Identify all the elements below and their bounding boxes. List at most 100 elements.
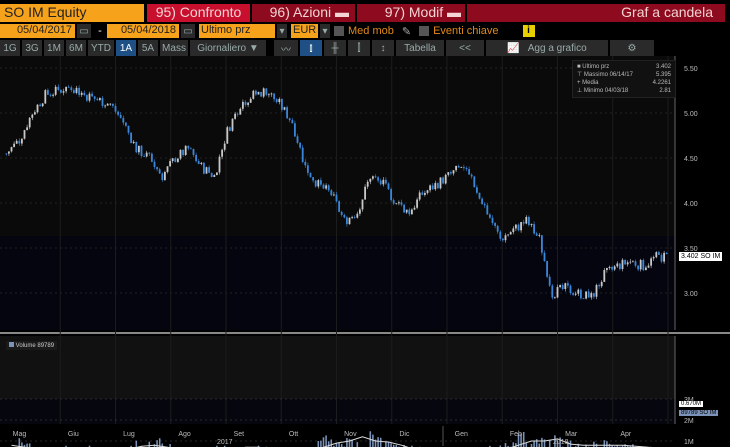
volume-bar: [522, 432, 525, 447]
ohlc-icon[interactable]: ⫿: [348, 40, 370, 56]
candle-body: [447, 172, 450, 175]
volume-bar: [148, 441, 151, 447]
candle-body: [145, 152, 148, 157]
volume-bar: [538, 443, 541, 447]
add-to-chart-button[interactable]: 📈 Agg a grafico: [486, 40, 608, 56]
candle-body: [171, 158, 174, 162]
candle-body: [551, 285, 554, 298]
confronto-button[interactable]: 95) Confronto: [147, 4, 250, 22]
volume-bar: [28, 443, 31, 447]
candle-body: [106, 103, 109, 106]
candle-body: [462, 167, 465, 169]
eventi-checkbox[interactable]: [419, 26, 430, 36]
bar-chart-icon[interactable]: ╫: [324, 40, 346, 56]
candle-body: [309, 172, 312, 178]
modif-button[interactable]: 97) Modif ▬: [357, 4, 465, 22]
gear-icon[interactable]: ⚙: [610, 40, 654, 56]
candle-body: [520, 222, 523, 231]
candle-body: [468, 169, 471, 175]
candle-body: [75, 87, 78, 93]
chevron-down-icon[interactable]: ▾: [277, 24, 287, 38]
candle-body: [275, 99, 278, 103]
candle-body: [348, 217, 351, 225]
candle-body: [234, 113, 237, 119]
period-3g[interactable]: 3G: [22, 40, 42, 56]
candle-chart-icon[interactable]: ⫾: [300, 40, 322, 56]
line-chart-icon[interactable]: 〰: [274, 40, 298, 56]
period-5a[interactable]: 5A: [138, 40, 158, 56]
field-select[interactable]: Ultimo prz: [199, 24, 275, 38]
candle-body: [148, 152, 151, 154]
pencil-icon[interactable]: ✎: [402, 25, 411, 38]
candle-body: [327, 185, 330, 191]
candle-body: [200, 162, 203, 164]
candle-body: [543, 252, 546, 262]
candle-body: [119, 114, 122, 118]
calendar-icon[interactable]: ▭: [181, 24, 195, 38]
info-icon[interactable]: i: [522, 25, 535, 37]
chevron-down-icon[interactable]: ▾: [320, 24, 330, 38]
candle-body: [312, 177, 315, 181]
candle-body: [356, 213, 359, 218]
candle-body: [267, 94, 270, 96]
legend-row: ⊤ Massimo 06/14/17 5.395: [577, 71, 671, 79]
med-mob-checkbox[interactable]: [334, 26, 344, 36]
candle-body: [195, 155, 198, 162]
candle-body: [364, 186, 367, 200]
period-1m[interactable]: 1M: [44, 40, 64, 56]
collapse-button[interactable]: <<: [446, 40, 484, 56]
candle-body: [15, 140, 18, 144]
volume-bar: [348, 439, 351, 447]
candle-body: [611, 266, 614, 270]
candle-body: [239, 108, 242, 115]
price-legend: ■ Ultimo prz 3.402 ⊤ Massimo 06/14/17 5.395…: [572, 60, 676, 98]
candle-body: [293, 123, 296, 137]
candle-body: [587, 291, 590, 298]
candle-body: [416, 199, 419, 208]
candle-body: [83, 92, 86, 96]
candle-body: [491, 217, 494, 224]
candle-body: [465, 168, 468, 170]
candle-body: [377, 177, 380, 181]
candle-body: [603, 270, 606, 282]
candle-body: [7, 151, 10, 154]
candle-body: [426, 190, 429, 193]
period-ytd[interactable]: YTD: [88, 40, 114, 56]
candle-body: [382, 179, 385, 185]
ticker-input[interactable]: SO IM Equity: [0, 4, 144, 22]
candle-body: [280, 98, 283, 110]
period-6m[interactable]: 6M: [66, 40, 86, 56]
candle-body: [44, 90, 47, 104]
candle-body: [598, 285, 601, 287]
candle-body: [504, 235, 507, 241]
calendar-icon[interactable]: ▭: [77, 24, 91, 38]
candle-body: [301, 147, 304, 162]
price-tick-label: 3.00: [684, 291, 698, 298]
candle-body: [517, 224, 520, 231]
candle-body: [265, 88, 268, 95]
candle-body: [49, 94, 52, 96]
candle-body: [390, 189, 393, 201]
period-mass[interactable]: Mass: [160, 40, 188, 56]
arrows-icon[interactable]: ↕: [372, 40, 394, 56]
period-1g[interactable]: 1G: [0, 40, 20, 56]
candle-body: [592, 293, 595, 297]
end-date-input[interactable]: 05/04/2018: [107, 24, 179, 38]
candle-body: [556, 287, 559, 298]
price-tick-label: 5.50: [684, 66, 698, 73]
currency-select[interactable]: EUR: [291, 24, 318, 38]
frequency-select[interactable]: Giornaliero ▼: [190, 40, 266, 56]
candle-body: [182, 149, 185, 156]
candle-body: [187, 145, 190, 149]
price-chart[interactable]: 5.505.004.504.003.503.00Mag Giu Lug Ago Set O…: [0, 56, 730, 447]
legend-label: ■ Ultimo prz: [577, 64, 610, 70]
start-date-input[interactable]: 05/04/2017: [0, 24, 75, 38]
volume-bar: [548, 439, 551, 447]
tabella-button[interactable]: Tabella: [396, 40, 444, 56]
candle-body: [439, 177, 442, 189]
azioni-button[interactable]: 96) Azioni ▬: [252, 4, 355, 22]
candle-body: [639, 259, 642, 270]
candle-body: [135, 141, 138, 153]
candle-body: [392, 200, 395, 204]
period-1a[interactable]: 1A: [116, 40, 136, 56]
